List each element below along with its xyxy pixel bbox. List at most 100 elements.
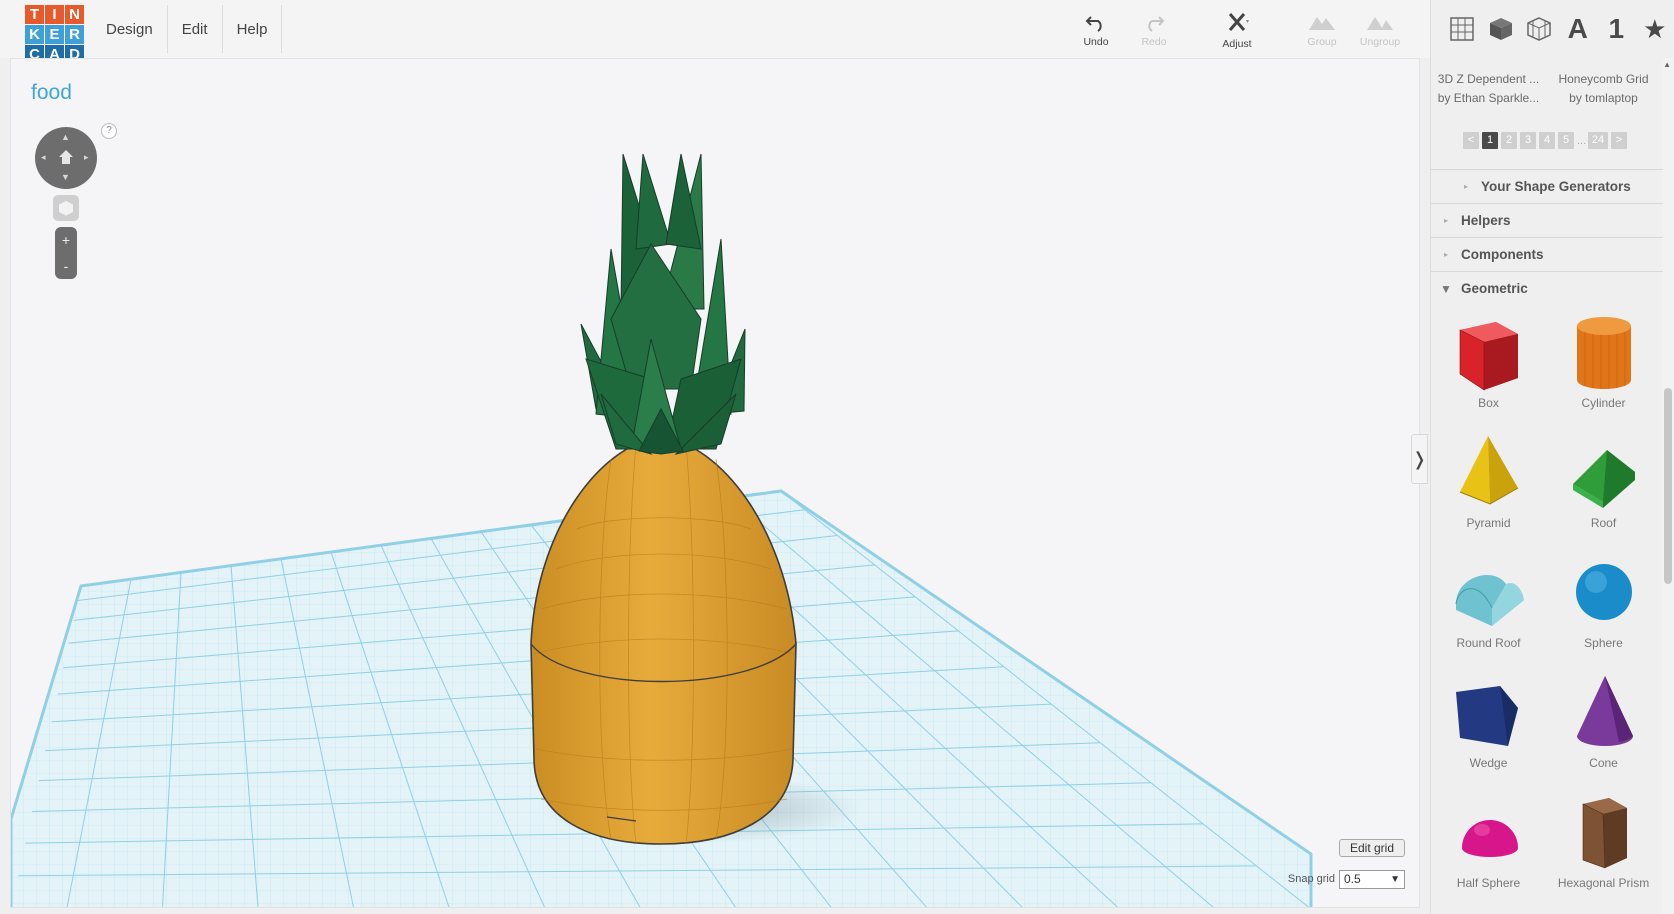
scrollbar-thumb[interactable] xyxy=(1664,388,1672,584)
shape-roof[interactable]: Roof xyxy=(1546,428,1661,548)
generator-author: by tomlaptop xyxy=(1569,91,1638,105)
redo-button[interactable]: Redo xyxy=(1124,12,1184,48)
snap-grid-value: 0.5 xyxy=(1344,872,1361,886)
zoom-control: + - xyxy=(55,227,77,279)
cone-icon xyxy=(1576,676,1633,746)
page-last-button[interactable]: 24 xyxy=(1588,132,1608,149)
menu-edit[interactable]: Edit xyxy=(168,5,223,53)
view-cube-button[interactable] xyxy=(53,195,79,221)
shape-label: Cylinder xyxy=(1581,396,1626,410)
logo-letter: E xyxy=(45,25,64,44)
shape-box[interactable]: Box xyxy=(1431,308,1546,428)
shape-cone[interactable]: Cone xyxy=(1546,668,1661,788)
page-ellipsis: ... xyxy=(1577,134,1587,147)
shape-label: Cone xyxy=(1589,756,1618,770)
orbit-up-icon[interactable]: ▲ xyxy=(61,133,70,142)
group-label: Group xyxy=(1307,36,1337,48)
section-label: Helpers xyxy=(1461,213,1511,228)
shapes-panel: A 1 ★ ▲ 3D Z Dependent ... by Ethan Spar… xyxy=(1430,0,1674,914)
caret-down-icon: ▼ xyxy=(1390,874,1400,885)
expand-icon: ▸ xyxy=(1443,216,1448,225)
workplane-viewport[interactable]: food ▲ ▼ ◂ ▸ ? + - Edit grid Snap grid 0… xyxy=(10,58,1420,908)
solid-cube-icon xyxy=(1489,18,1512,40)
project-title[interactable]: food xyxy=(31,81,72,105)
menu-design[interactable]: Design xyxy=(92,5,168,53)
panel-scrollbar[interactable] xyxy=(1662,58,1674,914)
hexagonal-prism-icon xyxy=(1582,798,1627,869)
shape-round-roof[interactable]: Round Roof xyxy=(1431,548,1546,668)
generator-author: by Ethan Sparkle... xyxy=(1437,91,1540,105)
generator-title: Honeycomb Grid xyxy=(1558,72,1649,86)
logo-letter: K xyxy=(25,25,44,44)
shape-generators-list: 3D Z Dependent ... by Ethan Sparkle... H… xyxy=(1431,70,1661,108)
edit-grid-button[interactable]: Edit grid xyxy=(1338,839,1405,857)
section-label: Geometric xyxy=(1461,281,1528,296)
shape-label: Hexagonal Prism xyxy=(1557,876,1650,890)
half-sphere-icon xyxy=(1461,820,1518,857)
scroll-up-icon[interactable]: ▲ xyxy=(1663,60,1671,69)
logo-letter: T xyxy=(25,5,44,24)
panel-tabs: A 1 ★ xyxy=(1431,0,1674,58)
orbit-right-icon[interactable]: ▸ xyxy=(84,153,89,162)
favorites-tab[interactable]: ★ xyxy=(1636,14,1674,45)
shape-sphere[interactable]: Sphere xyxy=(1546,548,1661,668)
orbit-down-icon[interactable]: ▼ xyxy=(61,173,70,182)
ungroup-icon xyxy=(1367,17,1393,30)
collapse-panel-button[interactable]: ❭ xyxy=(1411,434,1428,484)
shape-cylinder[interactable]: Cylinder xyxy=(1546,308,1661,428)
section-helpers[interactable]: ▸ Helpers xyxy=(1431,203,1663,237)
pyramid-icon xyxy=(1459,436,1518,505)
page-3-button[interactable]: 3 xyxy=(1520,132,1536,149)
shape-pyramid[interactable]: Pyramid xyxy=(1431,428,1546,548)
collapse-icon: ▼ xyxy=(1440,281,1452,296)
orbit-left-icon[interactable]: ◂ xyxy=(41,153,46,162)
top-toolbar: TINKERCAD Design Edit Help Undo Redo Adj… xyxy=(0,0,1430,64)
generator-item[interactable]: Honeycomb Grid by tomlaptop xyxy=(1546,70,1661,108)
page-5-button[interactable]: 5 xyxy=(1558,132,1574,149)
undo-button[interactable]: Undo xyxy=(1066,12,1126,48)
page-1-button[interactable]: 1 xyxy=(1482,132,1498,149)
expand-icon: ▸ xyxy=(1463,182,1468,191)
cube-icon xyxy=(59,201,73,216)
generator-item[interactable]: 3D Z Dependent ... by Ethan Sparkle... xyxy=(1431,70,1546,108)
section-geometric[interactable]: ▼ Geometric xyxy=(1431,271,1663,305)
ungroup-button[interactable]: Ungroup xyxy=(1350,12,1410,48)
page-4-button[interactable]: 4 xyxy=(1539,132,1555,149)
expand-icon: ▸ xyxy=(1443,250,1448,259)
round-roof-icon xyxy=(1455,574,1524,626)
group-button[interactable]: Group xyxy=(1292,12,1352,48)
shape-label: Half Sphere xyxy=(1456,876,1521,890)
page-2-button[interactable]: 2 xyxy=(1501,132,1517,149)
shape-label: Wedge xyxy=(1469,756,1508,770)
zoom-in-button[interactable]: + xyxy=(55,227,77,253)
undo-label: Undo xyxy=(1083,36,1109,48)
basic-shapes-tab[interactable] xyxy=(1482,16,1521,42)
shape-half-sphere[interactable]: Half Sphere xyxy=(1431,788,1546,908)
page-next-button[interactable]: > xyxy=(1611,132,1627,149)
ungroup-label: Ungroup xyxy=(1359,36,1401,48)
shape-hexagonal-prism[interactable]: Hexagonal Prism xyxy=(1546,788,1661,908)
help-button[interactable]: ? xyxy=(101,123,117,139)
section-label: Components xyxy=(1461,247,1544,262)
3d-scene[interactable] xyxy=(11,59,1420,908)
number-tab[interactable]: 1 xyxy=(1597,13,1636,45)
adjust-icon xyxy=(1228,13,1249,31)
section-your-shape-generators[interactable]: ▸ Your Shape Generators xyxy=(1431,169,1663,203)
menu-help[interactable]: Help xyxy=(223,5,283,53)
adjust-button[interactable]: Adjust xyxy=(1207,12,1267,50)
generators-tab[interactable] xyxy=(1520,16,1559,42)
shape-wedge[interactable]: Wedge xyxy=(1431,668,1546,788)
snap-grid-label: Snap grid xyxy=(1287,873,1335,885)
redo-label: Redo xyxy=(1141,36,1167,48)
section-components[interactable]: ▸ Components xyxy=(1431,237,1663,271)
geometric-shapes-grid: Box Cylinder Pyramid Roof Round Roof Sph… xyxy=(1431,308,1663,908)
orbit-control[interactable]: ▲ ▼ ◂ ▸ xyxy=(35,127,97,189)
home-icon[interactable] xyxy=(57,148,75,166)
page-prev-button[interactable]: < xyxy=(1463,132,1479,149)
zoom-out-button[interactable]: - xyxy=(55,253,77,279)
snap-grid-select[interactable]: 0.5 ▼ xyxy=(1339,870,1405,889)
workplane-tab[interactable] xyxy=(1443,16,1482,42)
text-tab[interactable]: A xyxy=(1559,13,1598,45)
tinkercad-logo[interactable]: TINKERCAD xyxy=(25,5,85,65)
generator-title: 3D Z Dependent ... xyxy=(1437,72,1540,86)
